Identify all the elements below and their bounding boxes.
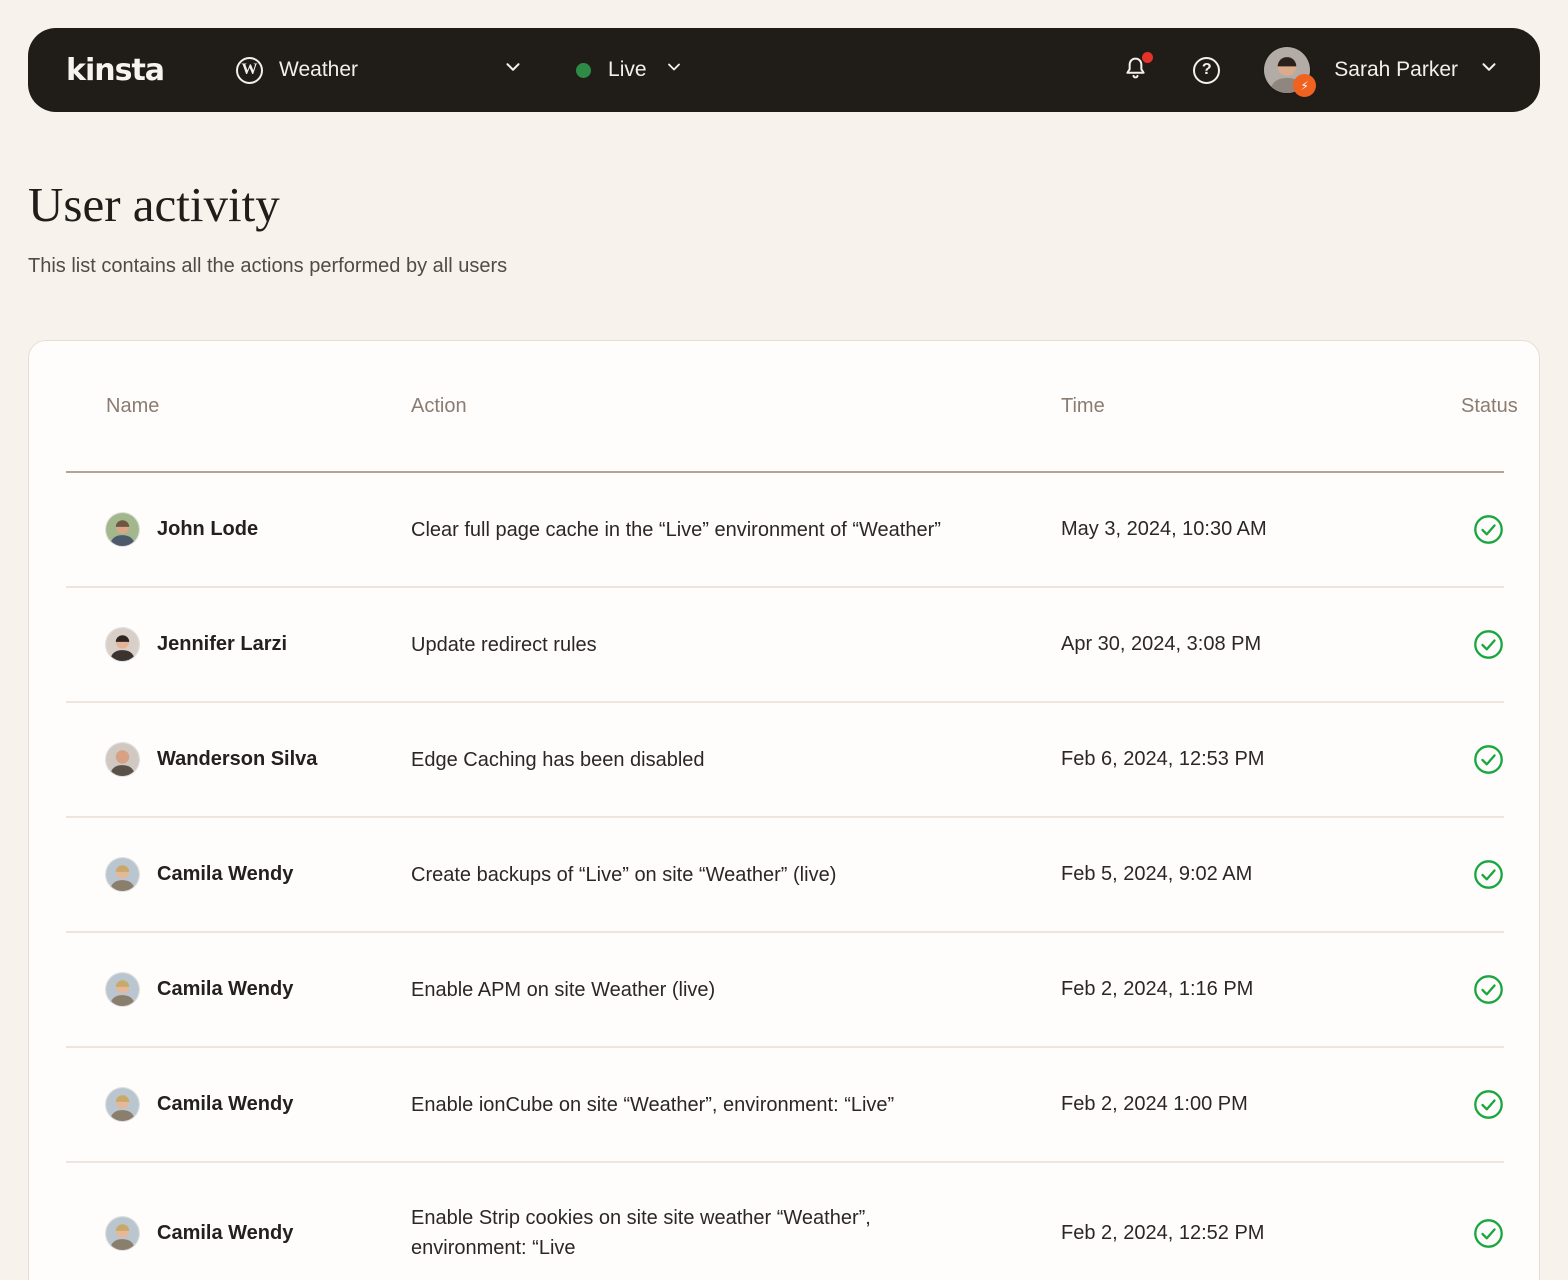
column-header-status: Status xyxy=(1461,394,1518,417)
help-button[interactable]: ? xyxy=(1193,56,1221,84)
notification-unread-dot xyxy=(1142,52,1154,63)
name-cell: Camila Wendy xyxy=(66,1088,411,1121)
chevron-down-icon xyxy=(1478,56,1500,84)
success-status-icon xyxy=(1473,1218,1504,1249)
time-cell: Feb 2, 2024, 12:52 PM xyxy=(1061,1221,1265,1244)
user-name-label: Camila Wendy xyxy=(157,978,294,1000)
table-row: Camila Wendy Enable ionCube on site “Wea… xyxy=(66,1046,1504,1161)
status-cell xyxy=(1396,859,1506,890)
action-cell: Clear full page cache in the “Live” envi… xyxy=(411,518,941,541)
site-selector-label: Weather xyxy=(279,58,359,81)
name-cell: Camila Wendy xyxy=(66,858,411,891)
status-cell xyxy=(1396,514,1506,545)
success-status-icon xyxy=(1473,514,1504,545)
user-name-label: Wanderson Silva xyxy=(157,748,318,770)
site-selector-dropdown[interactable]: W Weather xyxy=(236,56,524,84)
time-cell: Feb 2, 2024, 1:16 PM xyxy=(1061,978,1254,1000)
status-cell xyxy=(1396,629,1506,660)
success-status-icon xyxy=(1473,744,1504,775)
action-cell: Edge Caching has been disabled xyxy=(411,748,705,771)
user-name-label: Sarah Parker xyxy=(1334,58,1458,81)
action-cell: Enable ionCube on site “Weather”, enviro… xyxy=(411,1093,895,1116)
status-cell xyxy=(1396,1218,1506,1249)
time-cell: May 3, 2024, 10:30 AM xyxy=(1061,518,1267,540)
column-header-name: Name xyxy=(106,394,160,417)
user-avatar xyxy=(106,973,139,1006)
table-row: Wanderson Silva Edge Caching has been di… xyxy=(66,701,1504,816)
name-cell: John Lode xyxy=(66,513,411,546)
notifications-button[interactable] xyxy=(1122,52,1154,85)
user-name-label: Camila Wendy xyxy=(157,1093,294,1115)
table-row: Camila Wendy Enable Strip cookies on sit… xyxy=(66,1161,1504,1280)
environment-selector-dropdown[interactable]: Live xyxy=(576,57,684,83)
time-cell: Feb 5, 2024, 9:02 AM xyxy=(1061,863,1253,885)
action-cell: Update redirect rules xyxy=(411,633,597,656)
top-navbar: kinsta W Weather Live ? ⚡ Sarah Parker xyxy=(28,28,1540,112)
table-row: Camila Wendy Create backups of “Live” on… xyxy=(66,816,1504,931)
status-cell xyxy=(1396,744,1506,775)
table-header-row: Name Action Time Status xyxy=(66,341,1518,471)
name-cell: Wanderson Silva xyxy=(66,743,411,776)
user-avatar xyxy=(106,743,139,776)
user-avatar xyxy=(106,1216,139,1250)
user-avatar xyxy=(106,1088,139,1121)
action-cell: Create backups of “Live” on site “Weathe… xyxy=(411,863,837,886)
page-title: User activity xyxy=(28,177,280,232)
success-status-icon xyxy=(1473,859,1504,890)
name-cell: Jennifer Larzi xyxy=(66,628,411,661)
environment-status-dot xyxy=(576,62,592,78)
time-cell: Feb 2, 2024 1:00 PM xyxy=(1061,1093,1248,1115)
name-cell: Camila Wendy xyxy=(66,1216,411,1250)
page-subtitle: This list contains all the actions perfo… xyxy=(28,255,508,277)
status-cell xyxy=(1396,1089,1506,1120)
action-cell: Enable APM on site Weather (live) xyxy=(411,978,716,1001)
chevron-down-icon xyxy=(502,56,524,84)
table-row: John Lode Clear full page cache in the “… xyxy=(66,473,1504,586)
help-icon: ? xyxy=(1193,56,1221,84)
action-cell: Enable Strip cookies on site site weathe… xyxy=(411,1207,871,1259)
kinsta-logo[interactable]: kinsta xyxy=(66,53,165,88)
success-status-icon xyxy=(1473,1089,1504,1120)
status-cell xyxy=(1396,974,1506,1005)
chevron-down-icon xyxy=(664,57,684,83)
name-cell: Camila Wendy xyxy=(66,973,411,1006)
user-name-label: John Lode xyxy=(157,518,259,540)
user-menu-dropdown[interactable]: ⚡ Sarah Parker xyxy=(1264,47,1500,97)
user-name-label: Camila Wendy xyxy=(157,863,294,885)
success-status-icon xyxy=(1473,629,1504,660)
user-avatar xyxy=(106,513,139,546)
column-header-time: Time xyxy=(1061,394,1105,417)
table-row: Jennifer Larzi Update redirect rules Apr… xyxy=(66,586,1504,701)
lightning-badge-icon: ⚡ xyxy=(1293,74,1317,97)
success-status-icon xyxy=(1473,974,1504,1005)
environment-selector-label: Live xyxy=(608,58,647,81)
column-header-action: Action xyxy=(411,394,467,417)
user-avatar xyxy=(106,628,139,661)
wordpress-icon: W xyxy=(236,56,264,84)
user-name-label: Jennifer Larzi xyxy=(157,633,288,655)
time-cell: Feb 6, 2024, 12:53 PM xyxy=(1061,748,1265,770)
user-activity-table-card: Name Action Time Status John Lode Clear … xyxy=(28,340,1540,1280)
user-avatar xyxy=(106,858,139,891)
table-row: Camila Wendy Enable APM on site Weather … xyxy=(66,931,1504,1046)
user-name-label: Camila Wendy xyxy=(157,1221,294,1244)
time-cell: Apr 30, 2024, 3:08 PM xyxy=(1061,633,1262,655)
